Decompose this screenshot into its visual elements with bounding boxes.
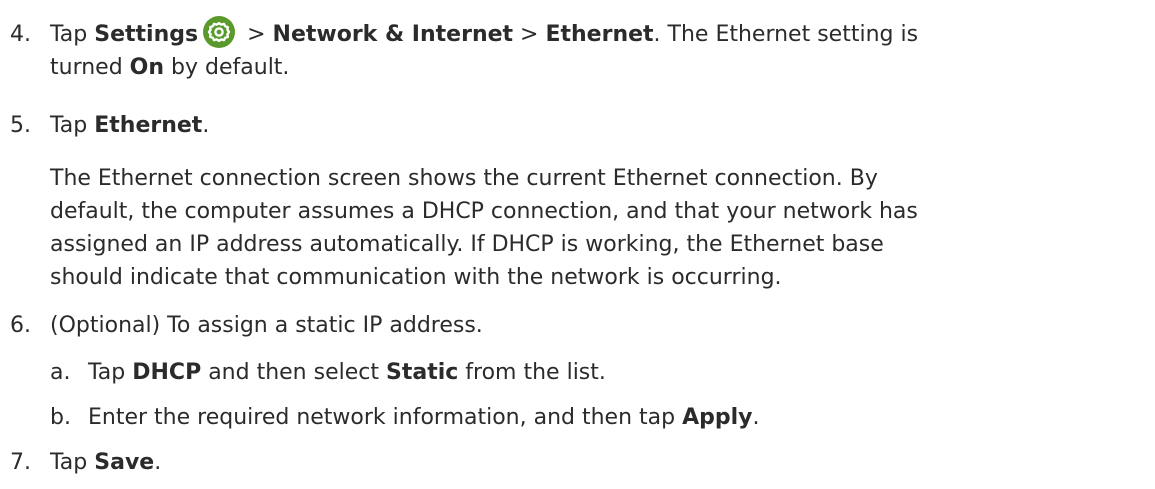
substep-letter: a. [50,360,71,385]
substep-text: Tap DHCP and then select Static from the… [88,356,1108,389]
step-text: Tap [50,450,95,475]
save-label: Save [94,450,155,475]
step-6-text: (Optional) To assign a static IP address… [50,313,483,338]
step-text: . [752,405,760,430]
ethernet-label: Ethernet [94,113,203,138]
ethernet-description: The Ethernet connection screen shows the… [50,162,1120,294]
step-text: Tap [50,22,95,47]
step-4-text: Tap Settings > Network & Internet > Ethe… [50,16,1120,84]
step-5-text: Tap Ethernet. [50,109,1120,142]
on-label: On [129,55,165,80]
step-text: by default. [164,55,290,80]
separator: > [240,22,273,47]
step-text: and then select [201,360,386,385]
description-line: default, the computer assumes a DHCP con… [50,199,918,224]
substep-text: Enter the required network information, … [88,401,1108,434]
step-text: from the list. [458,360,606,385]
step-text: Tap [50,113,95,138]
separator: > [513,22,546,47]
apply-label: Apply [682,405,753,430]
description-line: should indicate that communication with … [50,265,782,290]
step-text: Tap [88,360,133,385]
dhcp-label: DHCP [132,360,202,385]
step-text: turned [50,55,130,80]
ethernet-label: Ethernet [545,22,654,47]
static-label: Static [385,360,459,385]
step-text: . The Ethernet setting is [653,22,919,47]
settings-gear-icon [203,16,236,48]
step-text: . [154,450,162,475]
description-line: The Ethernet connection screen shows the… [50,166,878,191]
substep-letter: b. [50,405,71,430]
step-text: . [202,113,210,138]
step-7-text: Tap Save. [50,446,1120,479]
settings-label: Settings [94,22,199,47]
description-line: assigned an IP address automatically. If… [50,232,884,257]
step-text: Enter the required network information, … [88,405,683,430]
network-internet-label: Network & Internet [272,22,514,47]
